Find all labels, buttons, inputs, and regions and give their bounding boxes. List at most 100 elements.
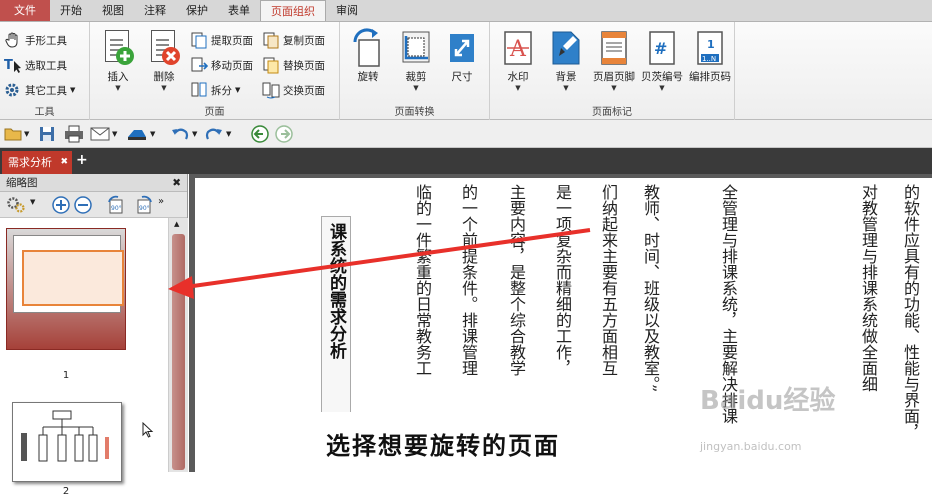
hand-tool-label: 手形工具 <box>25 34 67 47</box>
dropdown-arrow-icon[interactable]: ▼ <box>150 125 155 143</box>
svg-text:T: T <box>4 58 13 73</box>
open-folder-icon[interactable] <box>4 125 24 143</box>
extract-page-label: 提取页面 <box>211 34 253 47</box>
hand-tool-button[interactable]: 手形工具 <box>4 30 67 50</box>
rotate-right-icon[interactable]: 90° <box>134 195 154 218</box>
select-tool-button[interactable]: T 选取工具 <box>4 55 67 75</box>
document-tab-bar: 需求分析 ✖ + <box>0 148 932 174</box>
background-button[interactable]: 背景 ▼ <box>544 26 588 106</box>
rotate-left-icon[interactable]: 90° <box>106 195 126 218</box>
scroll-up-icon[interactable]: ▲ <box>174 220 179 228</box>
tools-group-label: 工具 <box>34 107 55 118</box>
undo-icon[interactable] <box>170 125 190 143</box>
page-number-label: 编排页码 <box>689 71 731 83</box>
background-label: 背景 <box>555 71 577 83</box>
copy-page-button[interactable]: 复制页面 <box>262 30 325 50</box>
expand-icon[interactable]: » <box>158 196 164 207</box>
dropdown-arrow-icon: ▼ <box>563 84 569 92</box>
svg-text:90°: 90° <box>111 205 122 212</box>
close-icon[interactable]: ✖ <box>60 151 68 174</box>
crop-button[interactable]: 裁剪 ▼ <box>394 26 438 106</box>
thumbnail-page-2[interactable] <box>12 402 122 482</box>
replace-page-label: 替换页面 <box>283 59 325 72</box>
thumbnail-selection <box>22 250 124 306</box>
dropdown-arrow-icon: ▼ <box>235 86 241 94</box>
svg-text:A: A <box>509 37 527 62</box>
thumbnail-page-1[interactable] <box>6 228 126 350</box>
select-text-icon: T <box>4 56 22 74</box>
scrollbar-thumb[interactable] <box>172 234 185 470</box>
text-column: 们纳起来主要有五方面相互 <box>599 184 618 376</box>
other-tools-button[interactable]: 其它工具 ▼ <box>4 80 75 100</box>
dropdown-arrow-icon[interactable]: ▼ <box>30 198 35 206</box>
document-tab[interactable]: 需求分析 ✖ <box>2 151 72 174</box>
page-size-button[interactable]: 尺寸 <box>440 26 484 106</box>
bates-number-button[interactable]: # 贝茨编号 ▼ <box>638 26 686 106</box>
scanner-icon[interactable] <box>126 125 148 143</box>
thumbnail-page-number: 2 <box>62 486 70 497</box>
menu-tab-form[interactable]: 表单 <box>218 0 260 21</box>
watermark-button[interactable]: A 水印 ▼ <box>496 26 540 106</box>
delete-page-button[interactable]: 删除 ▼ <box>142 26 186 106</box>
dropdown-arrow-icon[interactable]: ▼ <box>24 125 29 143</box>
split-label: 拆分 <box>211 84 232 97</box>
menu-tab-comment[interactable]: 注释 <box>134 0 176 21</box>
menu-tab-file[interactable]: 文件 <box>0 0 50 21</box>
print-icon[interactable] <box>64 125 84 143</box>
header-footer-button[interactable]: 页眉页脚 ▼ <box>590 26 638 106</box>
page-mark-group: A 水印 ▼ 背景 ▼ 页眉页脚 ▼ # 贝茨编号 ▼ 1 1..N 编排页码 … <box>490 22 735 120</box>
dropdown-arrow-icon[interactable]: ▼ <box>192 125 197 143</box>
gear-icon[interactable] <box>6 196 28 217</box>
zoom-in-icon[interactable] <box>52 196 70 217</box>
email-icon[interactable] <box>90 125 110 143</box>
page-number-button[interactable]: 1 1..N 编排页码 <box>686 26 734 106</box>
dropdown-arrow-icon: ▼ <box>515 84 521 92</box>
watermark-label: 水印 <box>507 71 529 83</box>
text-column: 教师、时间、班级以及教室。” <box>641 184 660 393</box>
menu-tab-protect[interactable]: 保护 <box>176 0 218 21</box>
tutorial-caption-text: 选择想要旋转的页面 <box>326 432 560 460</box>
split-button[interactable]: 拆分 ▼ <box>190 80 240 100</box>
menu-tab-review[interactable]: 审阅 <box>326 0 368 21</box>
watermark-icon: A <box>501 28 535 68</box>
hand-icon <box>4 31 22 49</box>
replace-page-button[interactable]: 替换页面 <box>262 55 325 75</box>
add-tab-icon[interactable]: + <box>76 152 88 168</box>
menu-tab-view[interactable]: 视图 <box>92 0 134 21</box>
move-page-button[interactable]: 移动页面 <box>190 55 253 75</box>
dropdown-arrow-icon: ▼ <box>611 84 617 92</box>
watermark-url: jingyan.baidu.com <box>700 440 802 453</box>
menu-tab-home[interactable]: 开始 <box>50 0 92 21</box>
delete-page-icon <box>147 28 181 68</box>
menu-tab-page-organize[interactable]: 页面组织 <box>260 0 326 21</box>
quick-access-toolbar: ▼ ▼ ▼ ▼ ▼ <box>0 120 932 148</box>
thumbnail-list: 1 2 <box>0 218 168 497</box>
page-size-label: 尺寸 <box>451 71 473 83</box>
zoom-out-icon[interactable] <box>74 196 92 217</box>
svg-text:#: # <box>654 39 667 58</box>
header-footer-icon <box>597 28 631 68</box>
redo-icon[interactable] <box>204 125 224 143</box>
rotate-button[interactable]: 旋转 <box>346 26 390 106</box>
insert-page-button[interactable]: 插入 ▼ <box>96 26 140 106</box>
swap-page-button[interactable]: 交换页面 <box>262 80 325 100</box>
move-page-icon <box>190 56 209 74</box>
thumbnail-toolbar: ▼ 90° 90° » <box>0 192 187 218</box>
page-transform-group-label: 页面转换 <box>394 107 435 118</box>
split-icon <box>190 81 208 99</box>
thumbnail-panel-header: 缩略图 ✖ <box>0 174 187 192</box>
forward-arrow-icon[interactable] <box>274 125 294 143</box>
dropdown-arrow-icon[interactable]: ▼ <box>226 125 231 143</box>
thumbnail-page-number: 1 <box>62 370 70 381</box>
mouse-cursor-icon <box>142 421 154 441</box>
dropdown-arrow-icon: ▼ <box>70 86 76 94</box>
insert-label: 插入 <box>107 71 129 83</box>
thumbnail-scrollbar[interactable]: ▲ <box>168 218 188 472</box>
back-arrow-icon[interactable] <box>250 125 270 143</box>
close-icon[interactable]: ✖ <box>172 174 181 192</box>
dropdown-arrow-icon[interactable]: ▼ <box>112 125 117 143</box>
replace-page-icon <box>262 56 280 74</box>
extract-page-button[interactable]: 提取页面 <box>190 30 253 50</box>
save-icon[interactable] <box>38 125 56 143</box>
document-tab-title: 需求分析 <box>8 156 52 169</box>
